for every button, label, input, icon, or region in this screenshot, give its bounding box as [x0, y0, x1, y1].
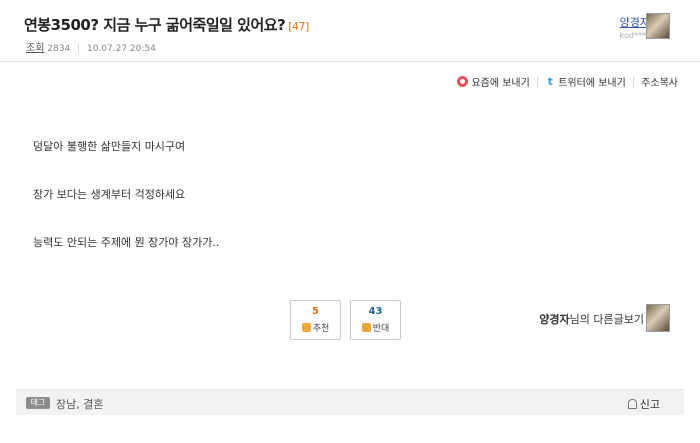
yozm-icon: [457, 76, 469, 87]
yozm-share-label: 요즘에 보내기: [471, 78, 530, 89]
recommend-label-row: 추천: [291, 321, 340, 334]
share-divider: |: [535, 76, 540, 87]
twitter-share-button[interactable]: t 트위터에 보내기: [545, 74, 626, 89]
report-button[interactable]: 신고: [627, 396, 660, 412]
tag-list[interactable]: 장남, 결혼: [56, 396, 103, 412]
post-title: 연봉3500? 지금 누구 굶어죽일일 있어요? [47]: [24, 14, 309, 35]
author-id: kod****: [619, 31, 650, 40]
post-date: 10.07.27 20:54: [86, 44, 156, 54]
recommend-count: 5: [312, 306, 319, 317]
copy-url-label: 주소복사: [641, 78, 678, 89]
recommend-label: 추천: [312, 324, 330, 334]
tag-badge: 태그: [26, 397, 50, 409]
yozm-share-button[interactable]: 요즘에 보내기: [457, 74, 530, 89]
other-posts-link[interactable]: 양경자님의 다른글보기: [539, 311, 644, 327]
meta-divider: |: [77, 44, 81, 54]
author-avatar[interactable]: [646, 13, 670, 39]
thumbs-down-icon: [361, 323, 371, 332]
oppose-button[interactable]: 43 반대: [350, 300, 401, 340]
post-meta: 조회 2834 | 10.07.27 20:54: [26, 39, 156, 54]
author-name-link[interactable]: 양경자: [590, 14, 650, 30]
oppose-label: 반대: [372, 324, 390, 334]
views-count: 2834: [47, 44, 71, 54]
other-posts-suffix: 님의 다른글보기: [569, 313, 644, 326]
report-siren-icon: [627, 399, 637, 409]
post-body: 덩달아 불행한 삶만들지 마시구여 장가 보다는 생계부터 걱정하세요 능력도 …: [33, 140, 219, 284]
post-title-text: 연봉3500? 지금 누구 굶어죽일일 있어요?: [24, 16, 286, 34]
post-header: 연봉3500? 지금 누구 굶어죽일일 있어요? [47] 조회 2834 | 1…: [0, 0, 700, 62]
thumbs-up-icon: [301, 323, 311, 332]
twitter-share-label: 트위터에 보내기: [558, 78, 626, 89]
views-label: 조회: [26, 43, 45, 54]
report-label: 신고: [639, 398, 660, 411]
post-body-line: 덩달아 불행한 삶만들지 마시구여: [33, 140, 186, 153]
copy-url-button[interactable]: 주소복사: [641, 74, 678, 89]
post-body-line: 장가 보다는 생계부터 걱정하세요: [33, 188, 186, 201]
author-block: 양경자 kod****: [590, 14, 650, 40]
other-posts-author: 양경자: [539, 313, 570, 326]
tag-footer: 태그 장남, 결혼 신고: [16, 389, 684, 415]
recommend-button[interactable]: 5 추천: [290, 300, 341, 340]
post-body-line: 능력도 안되는 주제에 뭔 장가야 장가가..: [33, 236, 220, 249]
comment-count[interactable]: [47]: [288, 20, 309, 33]
oppose-label-row: 반대: [351, 321, 400, 334]
share-divider: |: [631, 76, 636, 87]
author-avatar-small[interactable]: [646, 304, 670, 332]
oppose-count: 43: [368, 306, 383, 317]
share-bar: 요즘에 보내기 | t 트위터에 보내기 | 주소복사: [457, 74, 678, 89]
twitter-icon: t: [547, 75, 553, 88]
